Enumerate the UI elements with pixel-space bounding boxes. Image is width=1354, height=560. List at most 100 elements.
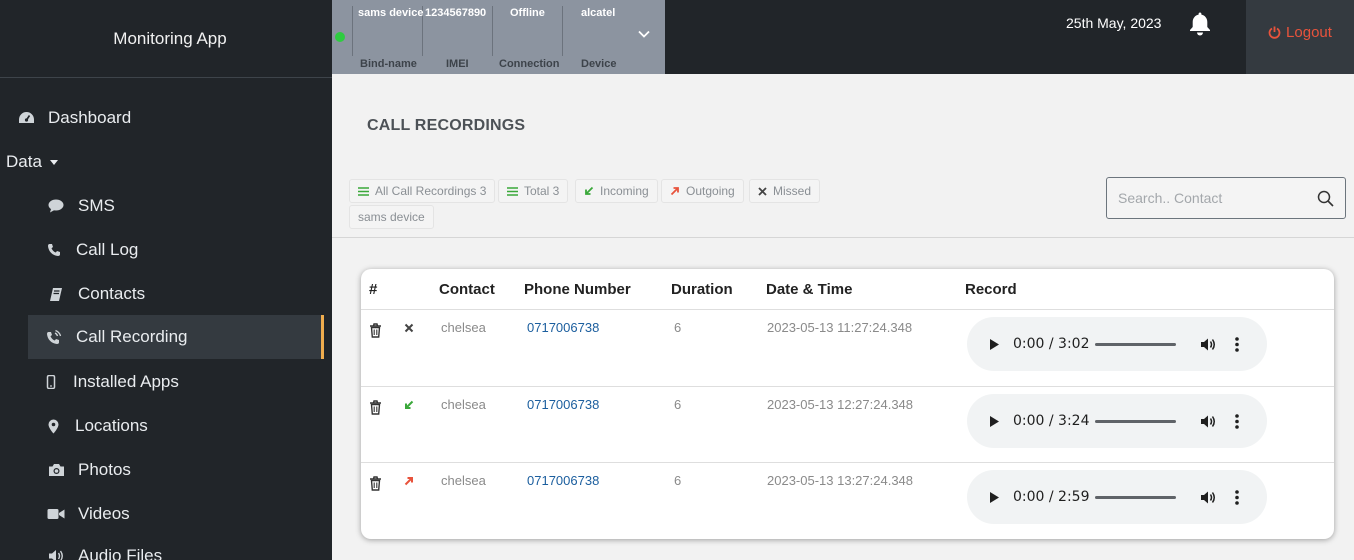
sidebar-item-contacts[interactable]: Contacts (46, 282, 145, 306)
audio-player: 0:00 / 3:24 (967, 394, 1267, 448)
sidebar-item-videos[interactable]: Videos (46, 502, 130, 526)
filter-missed[interactable]: Missed (749, 179, 821, 203)
seek-bar[interactable] (1095, 495, 1176, 499)
filter-label: All Call Recordings 3 (375, 184, 487, 198)
dashboard-icon (16, 111, 36, 126)
comment-icon (46, 199, 66, 213)
app-title: Monitoring App (0, 0, 332, 78)
sidebar-item-label: Contacts (78, 284, 146, 303)
map-marker-icon (43, 419, 63, 434)
more-options-icon[interactable] (1235, 413, 1239, 429)
audio-player: 0:00 / 2:59 (967, 470, 1267, 524)
duration: 6 (674, 397, 682, 412)
search-input[interactable] (1107, 178, 1307, 218)
sidebar-item-label: Call Recording (76, 327, 188, 346)
mobile-icon (41, 375, 61, 389)
filter-device[interactable]: sams device (349, 205, 434, 229)
sidebar-item-locations[interactable]: Locations (43, 414, 148, 438)
play-icon[interactable] (989, 338, 1000, 351)
sidebar: Monitoring App Dashboard Data SMS Call L… (0, 0, 332, 560)
sidebar-item-label: Videos (78, 504, 130, 523)
logout-button[interactable]: Logout (1246, 0, 1354, 74)
column-header-record: Record (965, 281, 1017, 298)
recordings-table: # Contact Phone Number Duration Date & T… (361, 269, 1334, 539)
divider (361, 462, 1334, 463)
volume-icon (46, 549, 66, 560)
date-time: 2023-05-13 13:27:24.348 (767, 473, 914, 488)
device-column-divider (562, 6, 563, 56)
phone-volume-icon (44, 329, 64, 345)
sidebar-item-label: Locations (75, 416, 148, 435)
audio-player: 0:00 / 3:02 (967, 317, 1267, 371)
date-time: 2023-05-13 12:27:24.348 (767, 397, 914, 412)
sidebar-item-label: Data (6, 152, 42, 171)
column-header-duration: Duration (671, 281, 733, 298)
search-box (1106, 177, 1346, 219)
sidebar-item-dashboard[interactable]: Dashboard (16, 106, 131, 130)
play-icon[interactable] (989, 491, 1000, 504)
sidebar-item-label: Audio Files (78, 546, 163, 560)
sidebar-item-data[interactable]: Data (6, 150, 58, 174)
chevron-down-icon[interactable] (638, 28, 650, 40)
sidebar-item-label: Photos (78, 460, 131, 479)
sidebar-item-audio-files[interactable]: Audio Files (46, 544, 162, 560)
logout-label: Logout (1286, 24, 1332, 41)
sidebar-item-sms[interactable]: SMS (46, 194, 115, 218)
column-header-index: # (369, 281, 378, 298)
seek-bar[interactable] (1095, 342, 1176, 346)
device-selector[interactable]: sams device 1234567890 Offline alcatel B… (332, 0, 665, 74)
trash-icon[interactable] (369, 323, 382, 338)
trash-icon[interactable] (369, 400, 382, 415)
volume-icon[interactable] (1200, 490, 1217, 505)
volume-icon[interactable] (1200, 337, 1217, 352)
page-title: CALL RECORDINGS (367, 117, 526, 134)
filter-total[interactable]: Total 3 (498, 179, 569, 203)
contact-name: chelsea (441, 473, 486, 488)
list-icon (507, 186, 518, 196)
imei-label: IMEI (446, 58, 469, 70)
filter-outgoing[interactable]: Outgoing (661, 179, 744, 203)
connection-label: Connection (499, 58, 560, 70)
top-bar: sams device 1234567890 Offline alcatel B… (332, 0, 1354, 74)
sidebar-item-label: SMS (78, 196, 115, 215)
device-bind-name: sams device (358, 7, 424, 19)
play-icon[interactable] (989, 415, 1000, 428)
sidebar-item-photos[interactable]: Photos (46, 458, 131, 482)
more-options-icon[interactable] (1235, 336, 1239, 352)
phone-icon (44, 243, 64, 257)
device-column-divider (352, 6, 353, 56)
camera-icon (46, 463, 66, 477)
filter-incoming[interactable]: Incoming (575, 179, 658, 203)
main-content: # Contact Phone Number Duration Date & T… (332, 238, 1354, 560)
sidebar-item-call-recording[interactable]: Call Recording (28, 315, 324, 359)
filter-label: Missed (773, 184, 812, 198)
phone-number-link[interactable]: 0717006738 (527, 320, 599, 335)
power-icon (1268, 26, 1281, 39)
sidebar-item-label: Dashboard (48, 108, 132, 127)
device-column-divider (492, 6, 493, 56)
bind-name-label: Bind-name (360, 58, 417, 70)
sidebar-item-call-log[interactable]: Call Log (44, 238, 138, 262)
filter-all-recordings[interactable]: All Call Recordings 3 (349, 179, 496, 203)
video-icon (46, 508, 66, 520)
more-options-icon[interactable] (1235, 489, 1239, 505)
contact-name: chelsea (441, 397, 486, 412)
filter-label: Incoming (600, 184, 649, 198)
missed-x-icon (758, 186, 767, 196)
incoming-arrow-icon (405, 400, 414, 409)
sidebar-item-installed-apps[interactable]: Installed Apps (41, 370, 179, 394)
phone-number-link[interactable]: 0717006738 (527, 397, 599, 412)
sidebar-item-label: Call Log (76, 240, 139, 259)
filter-label: Outgoing (686, 184, 735, 198)
seek-bar[interactable] (1095, 419, 1176, 423)
page-header: CALL RECORDINGS All Call Recordings 3 To… (332, 74, 1354, 238)
missed-x-icon (404, 323, 414, 333)
phone-number-link[interactable]: 0717006738 (527, 473, 599, 488)
volume-icon[interactable] (1200, 414, 1217, 429)
address-book-icon (46, 287, 66, 302)
list-icon (358, 186, 369, 196)
trash-icon[interactable] (369, 476, 382, 491)
bell-icon[interactable] (1188, 11, 1212, 37)
column-header-phone: Phone Number (524, 281, 631, 298)
search-icon[interactable] (1317, 190, 1334, 207)
